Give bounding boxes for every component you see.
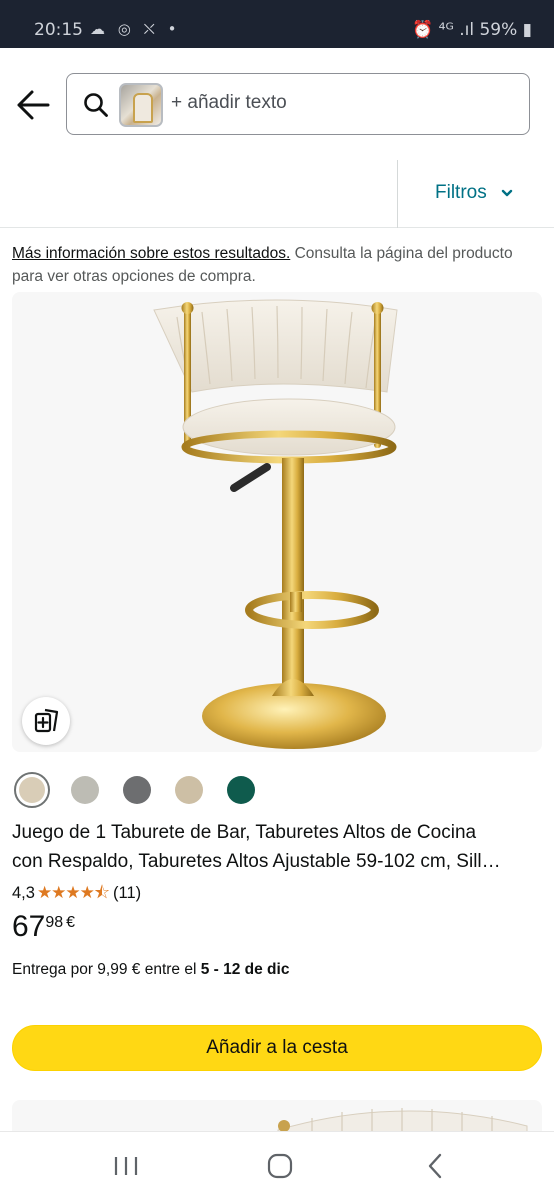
back-arrow-icon[interactable] xyxy=(14,88,54,122)
status-time: 20:15 xyxy=(34,20,83,40)
filters-button[interactable]: Filtros xyxy=(435,182,487,204)
filter-divider xyxy=(397,160,398,228)
search-input[interactable]: + añadir texto xyxy=(66,73,530,135)
product-image[interactable] xyxy=(12,292,542,752)
search-placeholder[interactable]: + añadir texto xyxy=(171,92,287,114)
product-title-line-2[interactable]: con Respaldo, Taburetes Altos Ajustable … xyxy=(12,847,542,876)
color-swatch-0[interactable] xyxy=(14,772,50,808)
product-rating[interactable]: 4,3 ★★★★⯪ (11) xyxy=(12,880,141,909)
color-swatch-4[interactable] xyxy=(227,776,255,804)
system-nav-bar xyxy=(0,1131,554,1200)
results-info-link[interactable]: Más información sobre estos resultados. xyxy=(12,245,290,262)
search-icon[interactable] xyxy=(83,92,109,118)
compare-icon xyxy=(34,708,59,733)
price-currency: € xyxy=(66,914,76,931)
home-icon[interactable] xyxy=(260,1150,300,1182)
product-title[interactable]: Juego de 1 Taburete de Bar, Taburetes Al… xyxy=(12,818,542,876)
filter-bar: Filtros xyxy=(0,160,554,228)
product-price: 6798 € xyxy=(12,910,75,944)
color-swatch-2[interactable] xyxy=(123,776,151,804)
search-image-thumbnail[interactable] xyxy=(119,83,163,127)
add-to-cart-button[interactable]: Añadir a la cesta xyxy=(12,1025,542,1071)
star-rating-icon: ★★★★⯪ xyxy=(36,883,110,902)
delivery-prefix: Entrega por 9,99 € entre el xyxy=(12,961,201,978)
delivery-info: Entrega por 9,99 € entre el 5 - 12 de di… xyxy=(12,961,289,979)
delivery-dates: 5 - 12 de dic xyxy=(200,961,290,978)
review-count[interactable]: (11) xyxy=(113,884,141,902)
price-whole: 67 xyxy=(12,910,46,943)
price-fraction: 98 xyxy=(45,914,64,931)
chevron-down-icon[interactable] xyxy=(501,182,513,205)
add-to-compare-button[interactable] xyxy=(22,697,70,745)
bar-stool-illustration xyxy=(153,299,398,749)
results-info: Más información sobre estos resultados. … xyxy=(12,242,542,288)
status-system-icons: ⏰ ⁴ᴳ .ıl 59% ▮ xyxy=(412,20,532,40)
status-notification-icons: ☁ ◎ ⛌ • xyxy=(90,20,181,38)
rating-value: 4,3 xyxy=(12,884,35,902)
recents-icon[interactable] xyxy=(106,1150,146,1182)
nav-back-icon[interactable] xyxy=(416,1150,456,1182)
color-swatch-1[interactable] xyxy=(71,776,99,804)
color-swatch-3[interactable] xyxy=(175,776,203,804)
status-bar: 20:15 ☁ ◎ ⛌ • ⏰ ⁴ᴳ .ıl 59% ▮ xyxy=(0,0,554,48)
product-title-line-1[interactable]: Juego de 1 Taburete de Bar, Taburetes Al… xyxy=(12,818,542,847)
